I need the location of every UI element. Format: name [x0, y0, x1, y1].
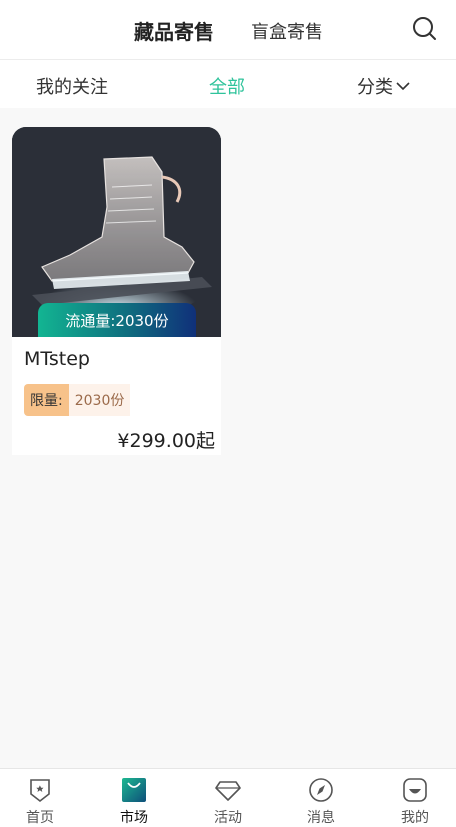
nav-profile-label: 我的 [401, 810, 429, 826]
nav-market[interactable]: 市场 [99, 769, 169, 827]
filter-category-label: 分类 [357, 77, 393, 98]
top-header: 藏品寄售 盲盒寄售 [0, 0, 456, 60]
nav-home[interactable]: 首页 [5, 769, 75, 827]
product-title: MTstep [24, 348, 90, 370]
bottom-navigation: 首页 市场 活动 消息 我的 [0, 768, 456, 827]
filter-all[interactable]: 全部 [209, 73, 245, 99]
filter-category[interactable]: 分类 [357, 73, 411, 99]
product-price: ¥299.00起 [117, 430, 215, 452]
filter-my-follow[interactable]: 我的关注 [36, 73, 108, 99]
profile-icon [403, 778, 427, 802]
limit-badge: 限量: 2030份 [24, 384, 131, 416]
tab-blind-box-consignment[interactable]: 盲盒寄售 [251, 18, 323, 44]
limit-value: 2030份 [68, 384, 131, 416]
nav-home-label: 首页 [26, 810, 54, 826]
circulation-badge: 流通量:2030份 [38, 303, 196, 337]
filter-bar: 我的关注 全部 分类 [0, 60, 456, 108]
chevron-down-icon [396, 82, 410, 91]
nav-activity-label: 活动 [214, 810, 242, 826]
nav-profile[interactable]: 我的 [380, 769, 450, 827]
nav-messages-label: 消息 [307, 810, 335, 826]
market-bag-icon [122, 778, 146, 802]
limit-label: 限量: [24, 384, 69, 416]
nav-messages[interactable]: 消息 [286, 769, 356, 827]
compass-icon [309, 778, 333, 802]
home-shield-icon [30, 779, 50, 803]
diamond-icon [215, 781, 241, 801]
tab-collection-consignment[interactable]: 藏品寄售 [134, 16, 214, 45]
nav-activity[interactable]: 活动 [193, 769, 263, 827]
search-icon[interactable] [410, 14, 438, 42]
product-card[interactable]: 流通量:2030份 MTstep 限量: 2030份 ¥299.00起 [12, 127, 221, 455]
nav-market-label: 市场 [120, 810, 148, 826]
